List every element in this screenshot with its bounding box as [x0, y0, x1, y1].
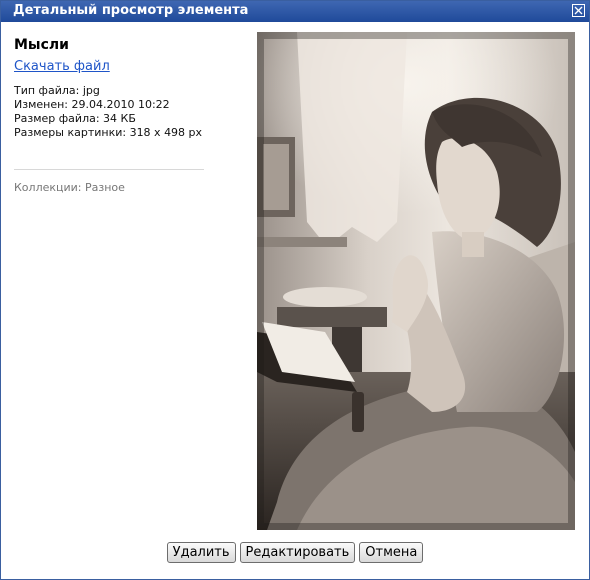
item-name: Мысли [14, 37, 69, 53]
image-preview [257, 32, 575, 530]
close-icon [574, 6, 583, 15]
dialog-title: Детальный просмотр элемента [13, 3, 249, 18]
modified-date: Изменен: 29.04.2010 10:22 [14, 98, 170, 111]
delete-button[interactable]: Удалить [166, 542, 236, 563]
image-size: Размеры картинки: 318 x 498 px [14, 126, 203, 139]
detail-dialog: Детальный просмотр элемента Мысли Скачат… [0, 0, 590, 580]
photo [257, 32, 575, 530]
collections: Коллекции: Разное [14, 181, 125, 194]
item-info: Мысли Скачать файл Тип файла: jpg Измене… [14, 37, 204, 140]
download-link[interactable]: Скачать файл [14, 59, 204, 74]
title-bar: Детальный просмотр элемента [1, 1, 589, 22]
button-row: Удалить Редактировать Отмена [1, 542, 589, 563]
close-button[interactable] [572, 4, 585, 17]
divider [14, 169, 204, 170]
cancel-button[interactable]: Отмена [359, 542, 424, 563]
edit-button[interactable]: Редактировать [239, 542, 356, 563]
file-size: Размер файла: 34 КБ [14, 112, 136, 125]
file-type: Тип файла: jpg [14, 84, 100, 97]
